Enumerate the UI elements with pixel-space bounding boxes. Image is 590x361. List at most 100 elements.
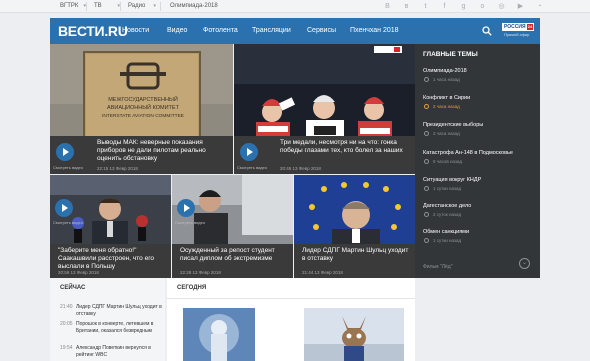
site-logo[interactable]: ВЕСТИ.RU bbox=[58, 21, 128, 41]
nav-services[interactable]: Сервисы bbox=[307, 18, 336, 44]
now-item[interactable]: 21:40 Лидер СДПГ Мартин Шульц уходит в о… bbox=[60, 304, 164, 320]
theme-item[interactable]: Катастрофа Ан-148 в Подмосковье 8 часов … bbox=[423, 150, 535, 164]
theme-time: 2 часа назад bbox=[433, 104, 460, 109]
blog-icon[interactable]: B bbox=[382, 1, 393, 12]
tile-caption: Осужденный за репост студент писал дипло… bbox=[172, 244, 293, 278]
now-text[interactable]: Порошок в конверте, летевшем в Британии,… bbox=[76, 321, 162, 335]
news-tile-mak[interactable]: МЕЖГОСУДАРСТВЕННЫЙ АВИАЦИОННЫЙ КОМИТЕТ I… bbox=[50, 44, 233, 174]
search-icon[interactable] bbox=[482, 26, 492, 36]
now-item[interactable]: 19:54 Александр Поветкин вернулся в рейт… bbox=[60, 345, 164, 361]
now-time: 21:40 bbox=[60, 304, 73, 310]
sign-line-1: МЕЖГОСУДАРСТВЕННЫЙ bbox=[108, 95, 178, 103]
theme-title[interactable]: Ситуация вокруг КНДР bbox=[423, 177, 535, 184]
divider bbox=[86, 2, 87, 11]
vk-icon[interactable]: в bbox=[401, 1, 412, 12]
theme-item[interactable]: Ситуация вокруг КНДР 1 сутки назад bbox=[423, 177, 535, 191]
google-plus-icon[interactable]: g bbox=[458, 1, 469, 12]
clock-icon bbox=[424, 159, 429, 164]
tile-timestamp: 20:45 13 Февр 2018 bbox=[280, 166, 321, 171]
instagram-icon[interactable]: ◎ bbox=[496, 1, 507, 12]
news-tile-saakashvili[interactable]: "Заберите меня обратно!" Саакашвили расс… bbox=[50, 175, 171, 278]
theme-title[interactable]: Президентские выборы bbox=[423, 122, 535, 129]
theme-time: 8 часов назад bbox=[433, 159, 463, 164]
now-time: 19:54 bbox=[60, 345, 73, 351]
play-video-label: Смотреть видео bbox=[237, 165, 268, 170]
rss-icon[interactable]: ◔ bbox=[534, 1, 545, 12]
play-video-label: Смотреть видео bbox=[175, 220, 206, 225]
sign-line-3: INTERSTATE AVIATION COMMITTEE bbox=[102, 113, 184, 119]
nav-news[interactable]: Новости bbox=[122, 18, 149, 44]
topbar-link-olympics[interactable]: Олимпиада-2018 bbox=[170, 0, 230, 13]
theme-time: 1 сутки назад bbox=[433, 238, 462, 243]
theme-time: 1 часа назад bbox=[433, 77, 460, 82]
tile-title[interactable]: Осужденный за репост студент писал дипло… bbox=[180, 247, 288, 263]
today-section: СЕГОДНЯ bbox=[167, 278, 415, 361]
now-item[interactable]: 20:05 Порошок в конверте, летевшем в Бри… bbox=[60, 321, 164, 343]
now-text[interactable]: Александр Поветкин вернулся в рейтинг WB… bbox=[76, 345, 162, 359]
nav-pyeongchang[interactable]: Пхенчхан 2018 bbox=[350, 18, 399, 44]
russia24-live-button[interactable]: РОССИЯ 24 Прямой эфир bbox=[500, 22, 536, 40]
odnoklassniki-icon[interactable]: о bbox=[477, 1, 488, 12]
news-tile-student[interactable]: Осужденный за репост студент писал дипло… bbox=[172, 175, 293, 278]
tile-title[interactable]: "Заберите меня обратно!" Саакашвили расс… bbox=[58, 247, 166, 271]
nav-photo[interactable]: Фотолента bbox=[203, 18, 238, 44]
now-feed: СЕЙЧАС 21:40 Лидер СДПГ Мартин Шульц ухо… bbox=[50, 278, 165, 361]
theme-time: 2 суток назад bbox=[433, 212, 462, 217]
theme-title[interactable]: Олимпиада-2018 bbox=[423, 68, 535, 75]
clock-icon bbox=[424, 212, 429, 217]
theme-time: 1 сутки назад bbox=[433, 186, 462, 191]
russia24-logo: РОССИЯ 24 bbox=[502, 23, 534, 31]
play-video-icon[interactable] bbox=[177, 199, 195, 217]
today-heading: СЕГОДНЯ bbox=[177, 285, 207, 291]
clock-icon bbox=[424, 77, 429, 82]
facebook-icon[interactable]: f bbox=[439, 1, 450, 12]
divider bbox=[120, 2, 121, 11]
play-video-label: Смотреть видео bbox=[53, 165, 84, 170]
theme-item[interactable]: Обмен санкциями 1 сутки назад bbox=[423, 229, 535, 243]
tile-title[interactable]: Лидер СДПГ Мартин Шульц уходит в отставк… bbox=[302, 247, 410, 263]
tile-caption: Лидер СДПГ Мартин Шульц уходит в отставк… bbox=[294, 244, 415, 278]
today-image-1[interactable] bbox=[183, 308, 255, 361]
theme-item[interactable]: Олимпиада-2018 1 часа назад bbox=[423, 68, 535, 82]
clock-icon bbox=[424, 104, 429, 109]
tile-caption: "Заберите меня обратно!" Саакашвили расс… bbox=[50, 244, 171, 278]
sign-line-2: АВИАЦИОННЫЙ КОМИТЕТ bbox=[107, 103, 180, 111]
topbar-link-radio[interactable]: Радио ▾ bbox=[128, 0, 160, 13]
youtube-icon[interactable]: ▶ bbox=[515, 1, 526, 12]
now-text[interactable]: Лидер СДПГ Мартин Шульц уходит в отставк… bbox=[76, 304, 162, 318]
clock-icon bbox=[424, 131, 429, 136]
theme-time: 3 часа назад bbox=[433, 131, 460, 136]
nav-video[interactable]: Видео bbox=[167, 18, 187, 44]
theme-title[interactable]: Катастрофа Ан-148 в Подмосковье bbox=[423, 150, 535, 157]
theme-title[interactable]: Обмен санкциями bbox=[423, 229, 535, 236]
tile-title[interactable]: Три медали, несмотря ни на что: гонка по… bbox=[280, 139, 411, 155]
divider bbox=[167, 298, 415, 299]
now-time: 20:05 bbox=[60, 321, 73, 327]
news-tile-skiers[interactable]: Три медали, несмотря ни на что: гонка по… bbox=[234, 44, 415, 174]
main-themes-heading: ГЛАВНЫЕ ТЕМЫ bbox=[423, 51, 478, 58]
theme-title[interactable]: Конфликт в Сирии bbox=[423, 95, 535, 102]
top-utility-bar: ВГТРК ▾ ТВ ▾ Радио ▾ Олимпиада-2018 B в t f… bbox=[0, 0, 590, 13]
play-video-icon[interactable] bbox=[240, 143, 258, 161]
theme-item[interactable]: Президентские выборы 3 часа назад bbox=[423, 122, 535, 136]
news-tile-schulz[interactable]: Лидер СДПГ Мартин Шульц уходит в отставк… bbox=[294, 175, 415, 278]
tile-timestamp: 22:28 13 Февр 2018 bbox=[180, 270, 221, 275]
twitter-icon[interactable]: t bbox=[420, 1, 431, 12]
tile-timestamp: 22:15 13 Февр 2018 bbox=[97, 166, 138, 171]
play-video-icon[interactable] bbox=[56, 143, 74, 161]
chevron-down-icon[interactable]: ⌄ bbox=[519, 258, 530, 269]
theme-item[interactable]: Дагестанское дело 2 суток назад bbox=[423, 203, 535, 217]
nav-broadcasts[interactable]: Трансляции bbox=[252, 18, 291, 44]
play-video-label: Смотреть видео bbox=[53, 220, 84, 225]
theme-item[interactable]: Конфликт в Сирии 2 часа назад bbox=[423, 95, 535, 109]
clock-icon bbox=[424, 186, 429, 191]
play-video-icon[interactable] bbox=[55, 199, 73, 217]
live-label: Прямой эфир bbox=[504, 32, 530, 37]
clock-icon bbox=[424, 238, 429, 243]
theme-title[interactable]: Дагестанское дело bbox=[423, 203, 535, 210]
now-heading: СЕЙЧАС bbox=[60, 285, 86, 291]
today-image-2[interactable] bbox=[304, 308, 404, 361]
theme-item-partial[interactable]: Фильм "Лёд" bbox=[423, 264, 452, 270]
divider bbox=[160, 2, 161, 11]
tile-title[interactable]: Выводы МАК: неверные показания приборов … bbox=[97, 139, 229, 163]
